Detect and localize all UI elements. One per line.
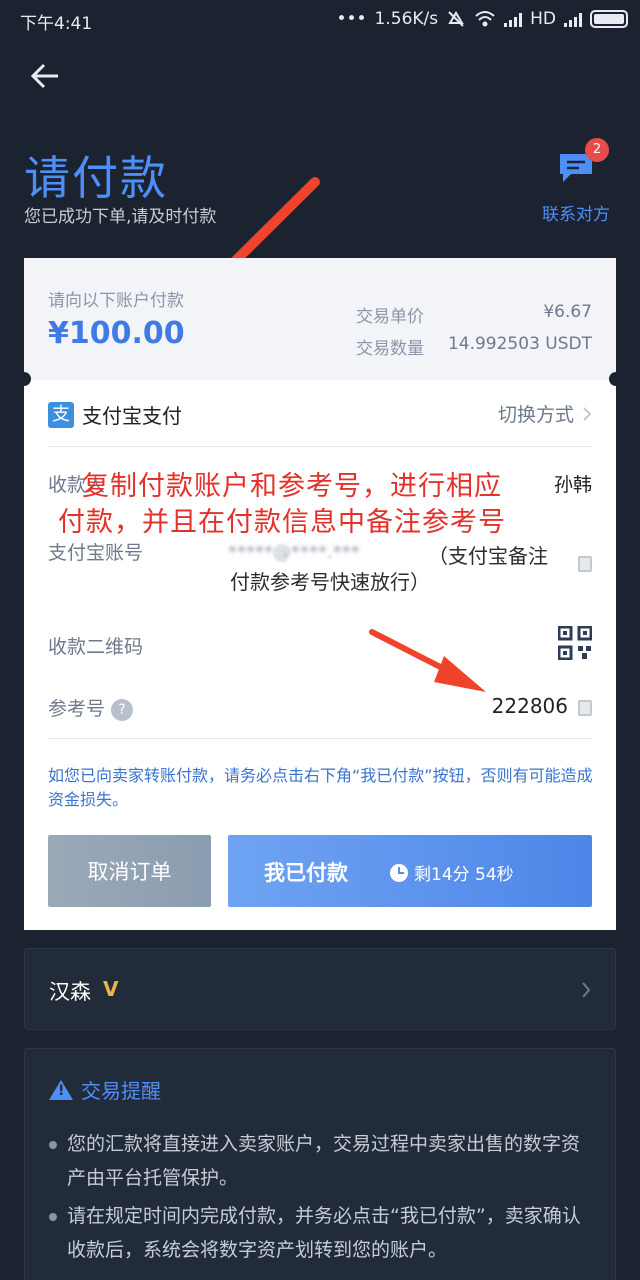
chevron-right-icon (583, 407, 592, 421)
order-summary: 请向以下账户付款 ¥100.00 交易单价 ¥6.67 交易数量 14.9925… (17, 258, 623, 386)
tips-heading: 交易提醒 (49, 1075, 161, 1104)
annotation-arrow (369, 629, 486, 692)
copy-reference-icon[interactable] (578, 700, 592, 716)
annotation-line-2: 付款，并且在付款信息中备注参考号 (58, 507, 506, 538)
network-type: HD (530, 9, 556, 29)
status-time: 下午4:41 (20, 14, 93, 34)
pay-to-label: 请向以下账户付款 (48, 291, 184, 311)
clock-icon (390, 863, 408, 882)
cancel-order-button[interactable]: 取消订单 (48, 835, 211, 907)
back-arrow-icon[interactable] (28, 58, 64, 94)
account-label: 支付宝账号 (48, 542, 144, 564)
switch-method-label[interactable]: 切换方式 (498, 400, 574, 427)
payment-method-name: 支付宝支付 (82, 404, 182, 428)
more-dots-icon: ••• (336, 9, 367, 29)
wifi-icon (475, 11, 495, 27)
countdown: 剩14分 54秒 (390, 860, 514, 885)
unit-price-value: ¥6.67 (543, 302, 592, 322)
signal-icon (504, 11, 523, 27)
tips-list: 您的汇款将直接进入卖家账户，交易过程中卖家出售的数字资产由平台托管保护。 请在规… (47, 1127, 595, 1271)
chat-icon: 2 (557, 138, 609, 186)
tip-item: 您的汇款将直接进入卖家账户，交易过程中卖家出售的数字资产由平台托管保护。 (47, 1127, 595, 1195)
page-title: 请付款 (24, 151, 168, 205)
status-bar: 下午4:41 ••• 1.56K/s HD (0, 0, 640, 40)
contact-seller-button[interactable]: 2 联系对方 (534, 138, 618, 225)
reference-label: 参考号 (48, 698, 106, 720)
payment-notice: 如您已向卖家转账付款，请务必点击右下角“我已付款”按钮，否则有可能造成资金损失。 (48, 766, 593, 809)
qr-label: 收款二维码 (48, 636, 144, 658)
signal-icon-2 (564, 11, 582, 27)
status-icons: ••• 1.56K/s HD (336, 9, 628, 29)
tips-title: 交易提醒 (81, 1079, 161, 1103)
net-speed: 1.56K/s (374, 9, 439, 29)
annotation-dark-2: 付款参考号快速放行） (230, 570, 430, 594)
quantity-label: 交易数量 (356, 339, 424, 359)
i-have-paid-button[interactable]: 我已付款 剩14分 54秒 (228, 835, 592, 907)
divider (48, 738, 592, 739)
verified-badge-icon: V (103, 977, 119, 1001)
card-notch-right (609, 372, 623, 386)
annotation-dark-1: （支付宝备注 (428, 544, 548, 568)
mute-icon (448, 11, 464, 27)
reference-value: 222806 (491, 694, 568, 718)
divider (48, 446, 592, 447)
notification-badge: 2 (585, 138, 609, 162)
payee-value: 孙韩 (553, 474, 592, 496)
paid-button-label: 我已付款 (264, 861, 348, 885)
payment-method-row[interactable]: 支支付宝支付 切换方式 (48, 400, 592, 429)
annotation-line-1: 复制付款账户和参考号，进行相应 (82, 471, 502, 502)
qr-row[interactable]: 收款二维码 (48, 632, 592, 659)
contact-label: 联系对方 (542, 205, 610, 225)
card-notch-left (17, 372, 31, 386)
warning-icon (49, 1079, 73, 1100)
alipay-icon: 支 (48, 401, 74, 428)
copy-account-icon[interactable] (578, 556, 592, 572)
trade-tips: 交易提醒 您的汇款将直接进入卖家账户，交易过程中卖家出售的数字资产由平台托管保护… (24, 1048, 616, 1280)
order-amount: ¥100.00 (48, 316, 185, 351)
tip-item: 请在规定时间内完成付款，并务必点击“我已付款”，卖家确认收款后，系统会将数字资产… (47, 1199, 595, 1267)
countdown-text: 剩14分 54秒 (414, 865, 514, 885)
battery-icon (590, 10, 628, 28)
qr-code-icon[interactable] (558, 626, 592, 660)
seller-name: 汉森 (49, 980, 91, 1004)
reference-row: 参考号? 222806 (48, 694, 592, 721)
seller-row[interactable]: 汉森 V (24, 948, 616, 1030)
quantity-value: 14.992503 USDT (447, 334, 592, 354)
chevron-right-icon (582, 982, 591, 998)
payment-card: 请向以下账户付款 ¥100.00 交易单价 ¥6.67 交易数量 14.9925… (17, 258, 623, 930)
unit-price-label: 交易单价 (356, 307, 424, 327)
help-icon[interactable]: ? (111, 698, 134, 721)
account-value: *****@****.*** (228, 542, 360, 563)
